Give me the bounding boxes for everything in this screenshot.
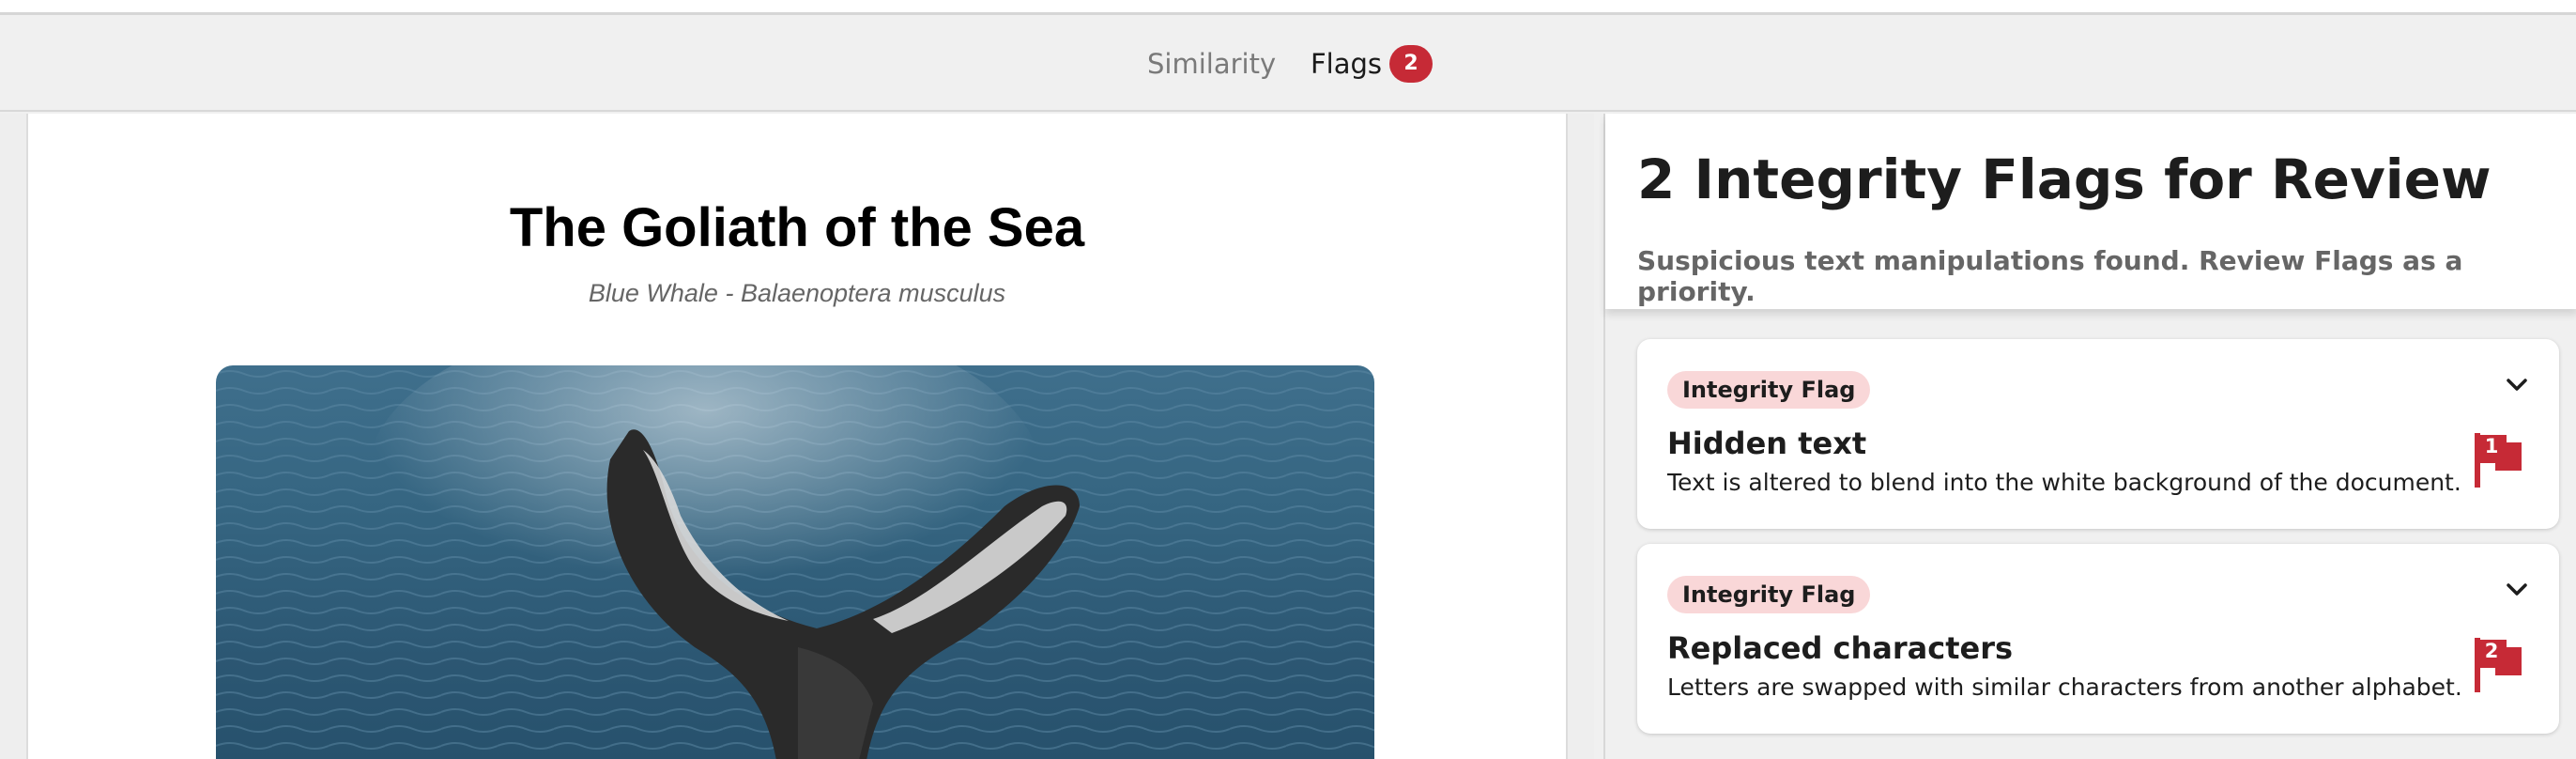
document-viewer[interactable]: The Goliath of the Sea Blue Whale - Bala…: [0, 114, 1594, 759]
flag-title: Replaced characters: [1667, 630, 2014, 666]
tab-similarity-label: Similarity: [1147, 47, 1277, 80]
tab-bar: Similarity Flags 2: [0, 15, 2576, 127]
integrity-flag-tag: Integrity Flag: [1667, 371, 1871, 409]
integrity-flag-tag: Integrity Flag: [1667, 576, 1871, 613]
document-title: The Goliath of the Sea: [509, 197, 1085, 258]
whale-tail-photo-icon: [216, 365, 1374, 759]
flags-panel: 2 Integrity Flags for Review Suspicious …: [1603, 114, 2576, 759]
chevron-down-icon[interactable]: [2501, 369, 2533, 401]
flag-number: 1: [2484, 435, 2499, 457]
flags-summary-title: 2 Integrity Flags for Review: [1637, 147, 2492, 211]
flag-title: Hidden text: [1667, 426, 1867, 461]
document-subtitle: Blue Whale - Balaenoptera musculus: [588, 279, 1006, 307]
tab-similarity[interactable]: Similarity: [1147, 15, 1276, 112]
document-page: The Goliath of the Sea Blue Whale - Bala…: [26, 114, 1568, 759]
flag-number: 2: [2484, 640, 2499, 662]
tab-flags[interactable]: Flags 2: [1311, 15, 1434, 112]
flag-description: Text is altered to blend into the white …: [1667, 469, 2461, 496]
tab-flags-label: Flags: [1311, 47, 1383, 80]
flag-card-replaced-characters[interactable]: Integrity Flag Replaced characters Lette…: [1637, 544, 2559, 734]
flag-description: Letters are swapped with similar charact…: [1667, 674, 2462, 701]
flag-card-hidden-text[interactable]: Integrity Flag Hidden text Text is alter…: [1637, 339, 2559, 529]
flags-count-badge: 2: [1389, 44, 1434, 83]
chevron-down-icon[interactable]: [2501, 574, 2533, 606]
window-top-strip: [0, 0, 2576, 15]
flags-summary-subtitle: Suspicious text manipulations found. Rev…: [1637, 245, 2463, 307]
flags-summary: 2 Integrity Flags for Review Suspicious …: [1605, 114, 2576, 309]
whale-tail-image: [216, 365, 1374, 759]
